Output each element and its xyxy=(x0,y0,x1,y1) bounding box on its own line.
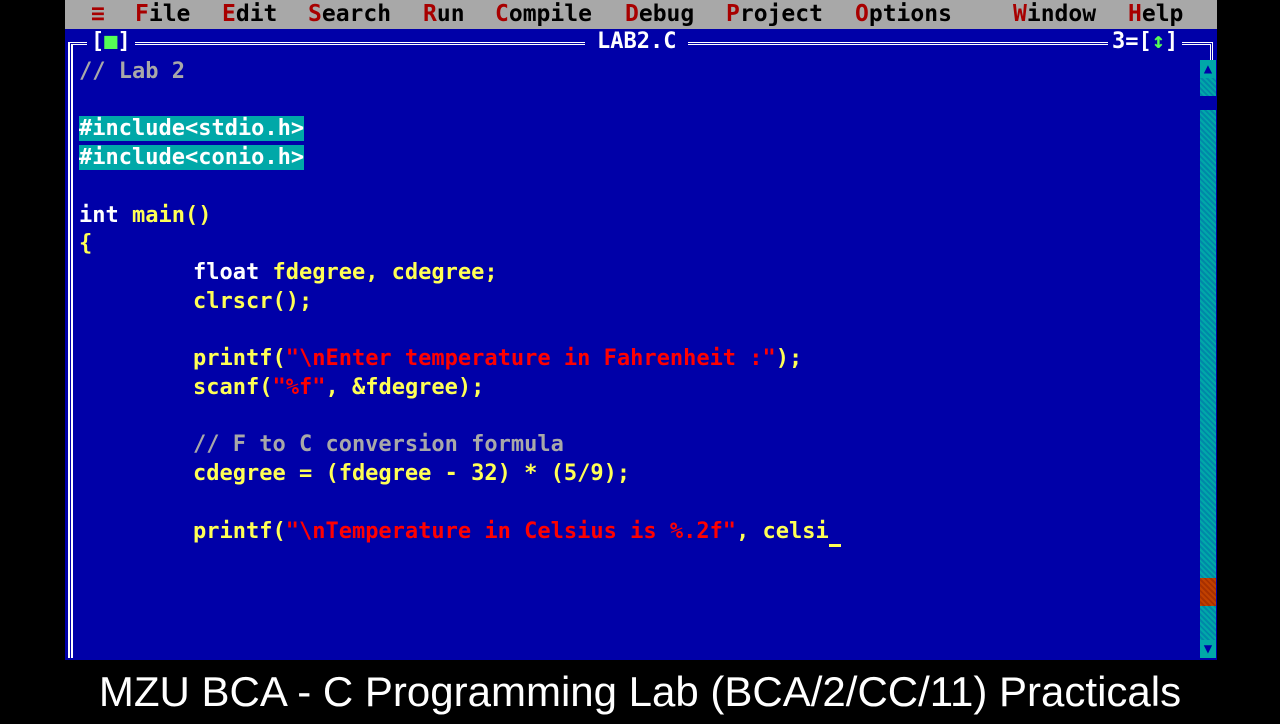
menu-help[interactable]: Help xyxy=(1128,0,1183,29)
menu-help-hotkey: H xyxy=(1128,1,1142,27)
include-conio: #include<conio.h> xyxy=(79,145,305,170)
code-line-11: printf("\nEnter temperature in Fahrenhei… xyxy=(193,345,802,374)
code-line-8: float fdegree, cdegree; xyxy=(193,259,498,288)
main-decl: main() xyxy=(118,203,212,228)
include-stdio: #include<stdio.h> xyxy=(79,116,305,141)
window-number: 3 xyxy=(1112,29,1126,54)
printf-call-2: printf( xyxy=(193,519,286,544)
printf-args-2: , celsi xyxy=(736,519,829,544)
code-line-3: #include<stdio.h> xyxy=(79,115,305,144)
keyword-int: int xyxy=(79,203,119,228)
code-line-1: // Lab 2 xyxy=(79,59,185,84)
menu-project-hotkey: P xyxy=(726,1,740,27)
scanf-call: scanf( xyxy=(193,375,273,400)
code-line-7: { xyxy=(79,231,93,256)
menu-debug-hotkey: D xyxy=(625,1,639,27)
code-editor[interactable]: // Lab 2 #include<stdio.h> #include<coni… xyxy=(79,58,1194,658)
code-line-17: printf("\nTemperature in Celsius is %.2f… xyxy=(193,518,841,547)
code-line-12: scanf("%f", &fdegree); xyxy=(193,374,484,403)
zoom-button[interactable]: [↕] xyxy=(1139,29,1179,54)
menu-search-hotkey: S xyxy=(308,1,322,27)
menu-debug[interactable]: Debug xyxy=(625,0,694,29)
window-sep: = xyxy=(1125,29,1139,54)
string-literal-2: "\nTemperature in Celsius is %.2f" xyxy=(285,519,737,544)
code-line-6: int main() xyxy=(79,202,211,231)
menu-file-hotkey: F xyxy=(135,1,149,27)
menu-bar: ≡ File Edit Search Run Compile Debug Pro… xyxy=(65,0,1217,29)
format-string: "%f" xyxy=(272,375,326,400)
menu-file[interactable]: File xyxy=(135,0,190,29)
code-line-15: cdegree = (fdegree - 32) * (5/9); xyxy=(193,461,631,486)
scroll-thumb[interactable] xyxy=(1200,96,1216,110)
zoom-bracket-right: ] xyxy=(1165,29,1179,54)
menu-window-label: indow xyxy=(1026,1,1097,27)
close-bracket-left: [ xyxy=(91,29,105,54)
close-icon: ■ xyxy=(104,29,118,54)
menu-compile-label: ompile xyxy=(508,1,592,27)
turbo-c-ide-screen: ≡ File Edit Search Run Compile Debug Pro… xyxy=(65,0,1217,660)
menu-window[interactable]: Window xyxy=(1013,0,1096,29)
menu-help-label: elp xyxy=(1141,1,1184,27)
code-line-4: #include<conio.h> xyxy=(79,144,305,173)
menu-run-label: un xyxy=(436,1,465,27)
scanf-end: , &fdegree); xyxy=(325,375,485,400)
scroll-up-icon[interactable]: ▲ xyxy=(1200,60,1216,78)
menu-edit[interactable]: Edit xyxy=(222,0,277,29)
vertical-scrollbar[interactable]: ▲ ▼ xyxy=(1200,60,1216,658)
menu-search[interactable]: Search xyxy=(308,0,391,29)
menu-compile[interactable]: Compile xyxy=(495,0,592,29)
menu-project-label: roject xyxy=(739,1,823,27)
keyword-float: float xyxy=(193,260,260,285)
text-cursor xyxy=(828,543,841,547)
close-bracket-right: ] xyxy=(117,29,131,54)
printf-call-1: printf( xyxy=(193,346,286,371)
menu-project[interactable]: Project xyxy=(726,0,823,29)
menu-edit-hotkey: E xyxy=(222,1,236,27)
menu-run[interactable]: Run xyxy=(423,0,465,29)
code-line-9: clrscr(); xyxy=(193,289,313,314)
menu-compile-hotkey: C xyxy=(495,1,509,27)
menu-options-hotkey: O xyxy=(855,1,869,27)
zoom-icon: ↕ xyxy=(1151,29,1165,54)
system-menu-icon[interactable]: ≡ xyxy=(91,0,105,29)
printf-end-1: ); xyxy=(775,346,803,371)
scroll-position-marker xyxy=(1200,578,1216,606)
window-title: LAB2.C xyxy=(585,30,689,54)
float-vars: fdegree, cdegree; xyxy=(259,260,498,285)
window-close-button[interactable]: [■] xyxy=(87,30,135,54)
menu-options[interactable]: Options xyxy=(855,0,952,29)
menu-run-hotkey: R xyxy=(423,1,437,27)
video-caption: MZU BCA - C Programming Lab (BCA/2/CC/11… xyxy=(0,660,1280,720)
menu-edit-label: dit xyxy=(235,1,278,27)
menu-debug-label: ebug xyxy=(638,1,695,27)
window-number-zoom: 3=[↕] xyxy=(1108,29,1183,54)
zoom-bracket-left: [ xyxy=(1138,29,1152,54)
menu-options-label: ptions xyxy=(868,1,952,27)
menu-window-hotkey: W xyxy=(1013,1,1027,27)
code-line-14: // F to C conversion formula xyxy=(193,432,564,457)
menu-search-label: earch xyxy=(321,1,392,27)
string-literal-1: "\nEnter temperature in Fahrenheit :" xyxy=(285,346,776,371)
scroll-down-icon[interactable]: ▼ xyxy=(1200,640,1216,658)
menu-file-label: ile xyxy=(148,1,191,27)
